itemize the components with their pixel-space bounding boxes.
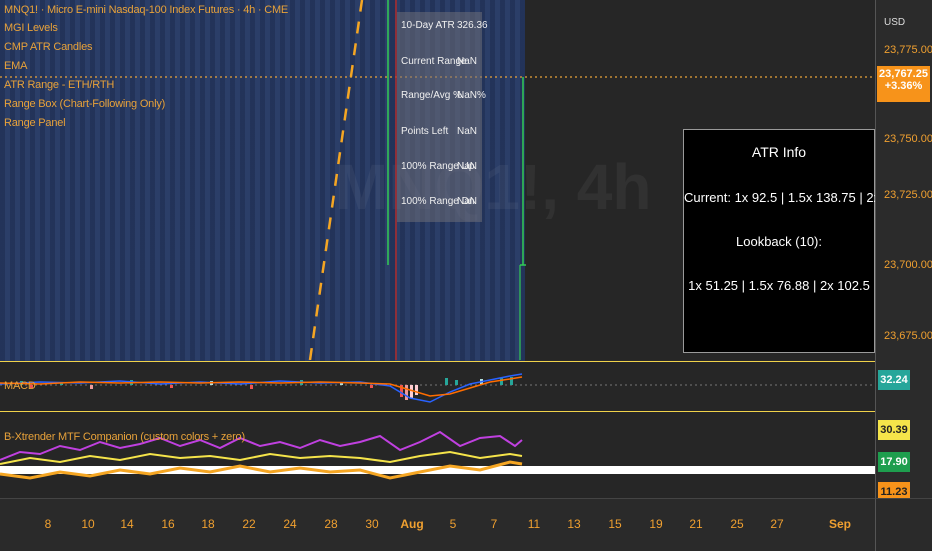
macd-plot [0, 373, 875, 403]
time-tick: 24 [283, 517, 297, 531]
price-tick: 23,750.00 [884, 133, 932, 145]
trend-line [308, 0, 364, 360]
indicator-label-mgi-levels[interactable]: MGI Levels [4, 22, 58, 34]
time-tick: 15 [608, 517, 622, 531]
trender-plot [0, 430, 875, 480]
atr-info-lookback-label: Lookback (10): [736, 234, 822, 249]
trender-value-badge: 17.90 [878, 452, 910, 472]
time-tick: 18 [201, 517, 215, 531]
time-tick: 10 [81, 517, 95, 531]
atr-info-panel: ATR Info Current: 1x 92.5 | 1.5x 138.75 … [683, 129, 906, 353]
time-tick: 22 [242, 517, 256, 531]
macd-value-badge: 32.24 [878, 370, 910, 390]
indicator-label-cmp-atr-candles[interactable]: CMP ATR Candles [4, 41, 92, 53]
price-tick: 23,775.00 [884, 44, 932, 56]
axis-corner[interactable] [875, 498, 932, 551]
time-tick: 25 [730, 517, 744, 531]
time-tick: 5 [449, 517, 457, 531]
time-tick: 13 [567, 517, 581, 531]
trender-label[interactable]: B-Xtrender MTF Companion (custom colors … [4, 431, 245, 443]
atr-info-title: ATR Info [751, 144, 807, 160]
macd-histogram [20, 377, 513, 400]
indicator-label-range-box[interactable]: Range Box (Chart-Following Only) [4, 98, 165, 110]
time-tick: 30 [365, 517, 379, 531]
time-tick: 7 [490, 517, 498, 531]
time-tick-month: Sep [828, 517, 852, 531]
time-tick: 27 [770, 517, 784, 531]
symbol-title[interactable]: MNQ1! · Micro E-mini Nasdaq-100 Index Fu… [4, 4, 288, 16]
macd-line [0, 373, 523, 403]
trender-yellow-line [0, 450, 523, 465]
trender-value-badge: 30.39 [878, 420, 910, 440]
macd-label[interactable]: MACD [4, 380, 36, 392]
time-tick: 11 [527, 517, 541, 531]
time-tick: 28 [324, 517, 338, 531]
last-price-value: 23,767.25 [879, 68, 928, 80]
time-tick: 8 [44, 517, 52, 531]
indicator-label-range-panel[interactable]: Range Panel [4, 117, 66, 129]
time-tick: 19 [649, 517, 663, 531]
time-tick-month: Aug [400, 517, 424, 531]
price-change-value: +3.36% [884, 80, 923, 92]
time-tick: 16 [161, 517, 175, 531]
time-tick: 14 [120, 517, 134, 531]
time-tick: 21 [689, 517, 703, 531]
table-row: Range/Avg % NaN% [401, 90, 486, 101]
table-row: 100% Range Up NaN [401, 161, 478, 172]
indicator-label-atr-range[interactable]: ATR Range - ETH/RTH [4, 79, 114, 91]
signal-line [0, 376, 523, 397]
table-row: 100% Range Dn NaN [401, 196, 478, 207]
price-tick: 23,725.00 [884, 189, 932, 201]
table-row: 10-Day ATR 326.36 [401, 20, 488, 31]
table-row: Points Left NaN [401, 126, 478, 137]
currency-label[interactable]: USD [884, 17, 905, 28]
atr-info-lookback-values: 1x 51.25 | 1.5x 76.88 | 2x 102.5 [688, 278, 870, 293]
price-tick: 23,675.00 [884, 330, 932, 342]
table-row: Current Range NaN [401, 56, 478, 67]
last-price-badge: 23,767.25 +3.36% [877, 66, 930, 102]
price-tick: 23,700.00 [884, 259, 932, 271]
indicator-label-ema[interactable]: EMA [4, 60, 27, 72]
time-axis[interactable]: 8 10 14 16 18 22 24 28 30 Aug 5 7 11 13 … [0, 498, 875, 551]
trender-value-badge: 11.23 [878, 482, 910, 498]
atr-info-current: Current: 1x 92.5 | 1.5x 138.75 | 2x 185 [684, 190, 906, 205]
atr-range-table: 10-Day ATR 326.36 Current Range NaN Range/… [397, 12, 488, 222]
